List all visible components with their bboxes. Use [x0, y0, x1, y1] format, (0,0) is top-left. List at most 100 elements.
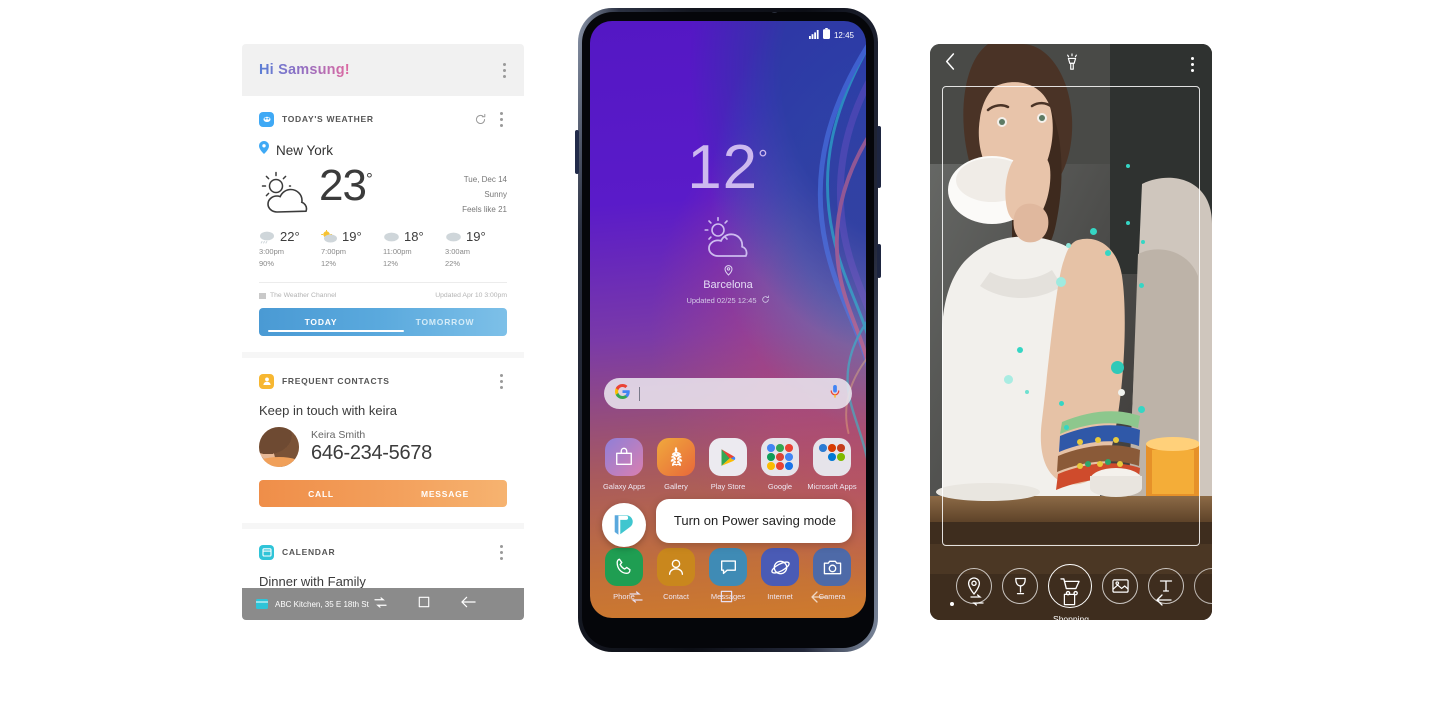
app-gallery[interactable]: Gallery	[650, 438, 702, 491]
search-caret	[639, 386, 640, 401]
status-time: 12:45	[833, 30, 854, 40]
app-google-folder[interactable]: Google	[754, 438, 806, 491]
bixby-vision-scan-frame	[942, 86, 1200, 546]
location-pin-icon	[590, 265, 866, 276]
greeting-text: Hi Samsung!	[259, 62, 350, 78]
bixby-side-button[interactable]	[575, 130, 579, 174]
widget-updated: Updated 02/25 12:45	[590, 295, 866, 306]
recents-icon[interactable]	[629, 590, 643, 608]
recents-icon[interactable]	[970, 593, 984, 611]
recents-icon[interactable]	[374, 595, 387, 613]
weather-updated: Updated Apr 10 3:00pm	[435, 292, 507, 300]
message-button[interactable]: MESSAGE	[383, 480, 507, 507]
calendar-card-title: CALENDAR	[282, 547, 336, 558]
contact-entry[interactable]: Keira Smith 646-234-5678	[259, 427, 507, 468]
refresh-icon[interactable]	[474, 113, 487, 126]
kebab-menu-icon[interactable]	[496, 541, 507, 564]
weather-source: The Weather Channel	[259, 292, 336, 299]
back-arrow-icon[interactable]	[944, 53, 957, 75]
gallery-icon	[657, 438, 695, 476]
app-microsoft-folder[interactable]: Microsoft Apps	[806, 438, 858, 491]
google-search-bar[interactable]	[604, 378, 852, 409]
forecast-precip: 12%	[321, 259, 337, 269]
scan-dot	[1059, 401, 1064, 406]
weather-temperature: 23°	[319, 161, 373, 210]
scan-dot	[1126, 164, 1130, 168]
widget-city: Barcelona	[703, 279, 753, 291]
galaxy-apps-icon	[605, 438, 643, 476]
forecast-item: 19° 7:00pm 12%	[321, 229, 383, 268]
calendar-card-header: CALENDAR	[259, 543, 507, 561]
volume-rocker[interactable]	[877, 126, 881, 188]
app-label: Galaxy Apps	[602, 482, 646, 491]
bixby-vision-topbar	[930, 44, 1212, 84]
forecast-temp: 22°	[280, 229, 300, 245]
back-arrow-icon[interactable]	[461, 595, 476, 613]
scan-dot	[1118, 389, 1125, 396]
calendar-mini-icon	[256, 599, 268, 609]
sun-cloud-icon	[321, 229, 338, 244]
scan-dot	[1004, 375, 1013, 384]
phone-navbar	[590, 584, 866, 614]
frequent-contacts-card: FREQUENT CONTACTS Keep in touch with kei…	[242, 358, 524, 524]
flashlight-icon[interactable]	[1064, 52, 1080, 76]
device-bezel: 12:45 12° Barcelona Updated 02/25 12:45 …	[582, 12, 874, 648]
play-store-icon	[709, 438, 747, 476]
weather-card-actions	[474, 108, 507, 131]
back-arrow-icon[interactable]	[1156, 593, 1172, 611]
app-label: Play Store	[710, 482, 746, 491]
messages-icon	[709, 548, 747, 586]
home-square-icon[interactable]	[418, 595, 430, 613]
camera-icon	[813, 548, 851, 586]
phone-screen: 12:45 12° Barcelona Updated 02/25 12:45 …	[590, 21, 866, 618]
contacts-card-header: FREQUENT CONTACTS	[259, 372, 507, 390]
weather-badge-icon	[259, 111, 274, 127]
home-square-icon[interactable]	[1063, 593, 1076, 611]
kebab-menu-icon[interactable]	[1187, 53, 1198, 76]
scan-dot	[1066, 243, 1071, 248]
call-button[interactable]: CALL	[259, 480, 383, 507]
contacts-badge-icon	[259, 373, 274, 389]
weather-card-title: TODAY'S WEATHER	[282, 114, 374, 124]
home-square-icon[interactable]	[720, 590, 733, 608]
widget-temperature[interactable]: 12°	[590, 137, 866, 199]
app-row-primary: Galaxy Apps Gallery Play Store Google Mi…	[598, 438, 858, 491]
navbar-place-text: ABC Kitchen, 35 E 18th St	[242, 599, 369, 609]
scan-dot	[1025, 390, 1029, 394]
app-galaxy-apps[interactable]: Galaxy Apps	[598, 438, 650, 491]
location-pin-icon	[259, 141, 269, 159]
power-button[interactable]	[877, 244, 881, 278]
microsoft-folder-icon	[813, 438, 851, 476]
scan-dot	[1141, 240, 1145, 244]
bixby-icon[interactable]	[602, 503, 646, 547]
internet-icon	[761, 548, 799, 586]
scan-dot	[1064, 425, 1069, 430]
refresh-icon[interactable]	[761, 295, 770, 306]
kebab-menu-icon[interactable]	[496, 108, 507, 131]
kebab-menu-icon[interactable]	[496, 370, 507, 393]
forecast-precip: 12%	[383, 259, 399, 269]
app-label: Microsoft Apps	[807, 482, 857, 491]
back-arrow-icon[interactable]	[811, 590, 827, 608]
cloud-icon	[445, 230, 462, 244]
contact-name: Keira Smith	[311, 429, 366, 442]
microphone-icon[interactable]	[829, 384, 841, 404]
bixby-suggestion-bubble[interactable]: Turn on Power saving mode	[656, 499, 852, 544]
cloud-icon	[383, 230, 400, 244]
weather-main: 23° Tue, Dec 14 Sunny Feels like 21	[259, 164, 507, 217]
daily-header: Hi Samsung!	[242, 44, 524, 96]
scan-dot	[1056, 277, 1066, 287]
google-g-icon	[614, 383, 630, 404]
contact-phone: 646-234-5678	[311, 442, 432, 465]
app-play-store[interactable]: Play Store	[702, 438, 754, 491]
forecast-temp: 19°	[342, 229, 362, 245]
sun-behind-cloud-icon	[590, 216, 866, 262]
kebab-menu-icon[interactable]	[499, 59, 510, 82]
tab-tomorrow[interactable]: TOMORROW	[383, 308, 507, 336]
weather-condition: Sunny	[484, 189, 507, 199]
forecast-temp: 18°	[404, 229, 424, 245]
scan-dot	[1126, 221, 1130, 225]
forecast-precip: 90%	[259, 259, 275, 269]
weather-location-name: New York	[276, 142, 334, 158]
tab-today[interactable]: TODAY	[259, 308, 383, 336]
